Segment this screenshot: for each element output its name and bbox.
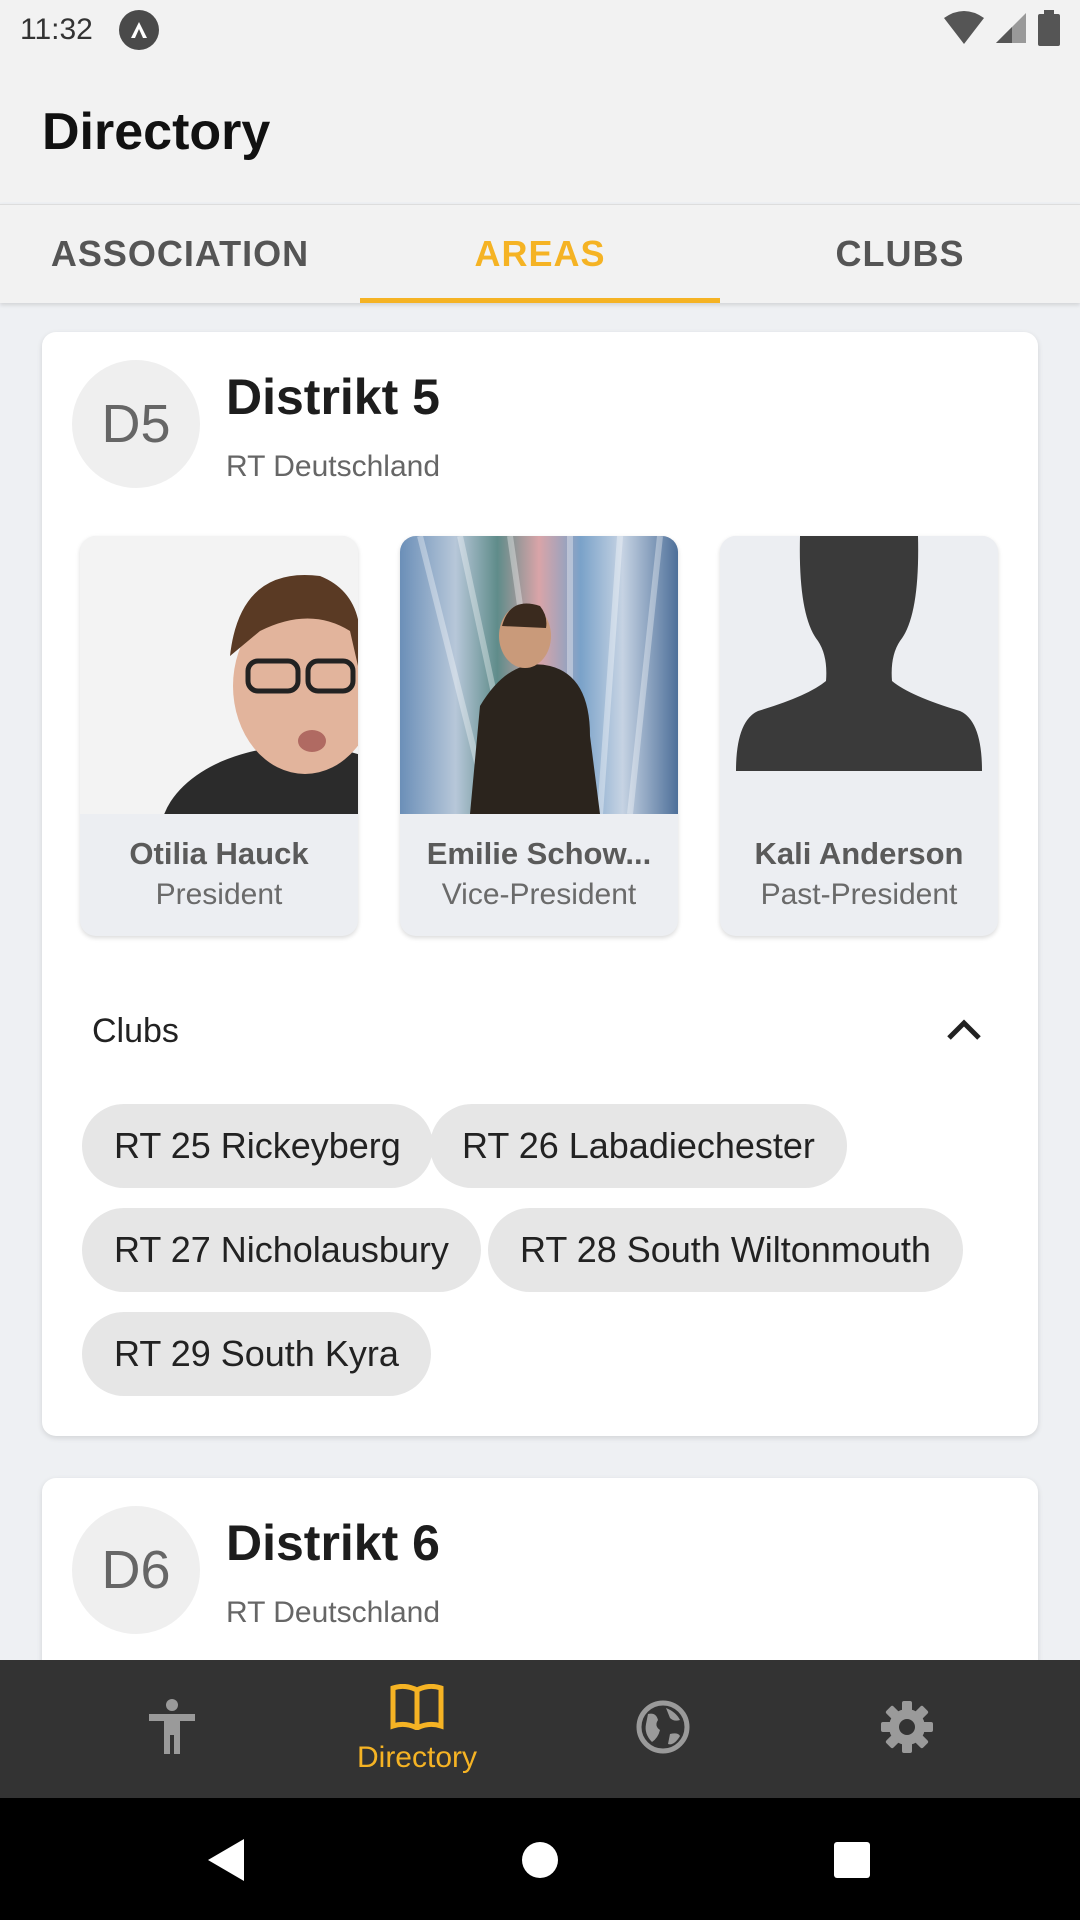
- tab-areas[interactable]: AREAS: [360, 205, 720, 303]
- avatar-placeholder-icon: [720, 536, 998, 814]
- club-chip[interactable]: RT 27 Nicholausbury: [82, 1208, 481, 1292]
- clubs-section-label: Clubs: [92, 1012, 179, 1050]
- back-icon[interactable]: [186, 1820, 266, 1900]
- accessibility-icon: [147, 1698, 197, 1760]
- tab-association[interactable]: ASSOCIATION: [0, 205, 360, 303]
- nav-item-people[interactable]: [37, 1660, 307, 1798]
- district-title[interactable]: Distrikt 6: [226, 1514, 440, 1572]
- status-bar: 11:32: [0, 0, 1080, 60]
- app-notification-icon: [118, 10, 159, 50]
- club-chip[interactable]: RT 28 South Wiltonmouth: [488, 1208, 963, 1292]
- officer-name: Otilia Hauck: [129, 836, 309, 871]
- officer-role: Past-President: [760, 878, 958, 911]
- officer-name: Kali Anderson: [754, 836, 964, 871]
- club-chip[interactable]: RT 25 Rickeyberg: [82, 1104, 433, 1188]
- system-navigation-bar: [0, 1798, 1080, 1920]
- district-title[interactable]: Distrikt 5: [226, 368, 440, 426]
- app-bar: Directory: [0, 60, 1080, 202]
- officer-card[interactable]: Kali Anderson Past-President: [720, 536, 998, 936]
- nav-item-directory[interactable]: Directory: [282, 1660, 552, 1798]
- nav-label-directory: Directory: [356, 1740, 477, 1774]
- officer-role: President: [155, 878, 283, 911]
- tab-bar: ASSOCIATION AREAS CLUBS: [0, 204, 1080, 303]
- nav-item-world[interactable]: [528, 1660, 798, 1798]
- home-icon[interactable]: [500, 1820, 580, 1900]
- officer-photo: [80, 536, 358, 814]
- battery-icon: [1038, 10, 1060, 51]
- status-time: 11:32: [20, 13, 93, 46]
- book-icon: [389, 1683, 445, 1735]
- page-title: Directory: [42, 103, 271, 161]
- district-subtitle: RT Deutschland: [226, 450, 441, 483]
- officer-role: Vice-President: [441, 878, 637, 911]
- recents-icon[interactable]: [812, 1820, 892, 1900]
- district-subtitle: RT Deutschland: [226, 1596, 441, 1629]
- club-chip[interactable]: RT 29 South Kyra: [82, 1312, 431, 1396]
- bottom-navigation: Directory: [0, 1660, 1080, 1798]
- cellular-signal-icon: [994, 11, 1028, 50]
- district-badge: D6: [72, 1506, 200, 1634]
- nav-item-settings[interactable]: [772, 1660, 1042, 1798]
- wifi-icon: [944, 10, 984, 51]
- district-badge: D5: [72, 360, 200, 488]
- officers-list: Otilia Hauck President Emilie Schow... V…: [80, 536, 1000, 936]
- gear-icon: [880, 1700, 934, 1759]
- officer-card[interactable]: Emilie Schow... Vice-President: [400, 536, 678, 936]
- club-chip[interactable]: RT 26 Labadiechester: [430, 1104, 847, 1188]
- district-card: D5 Distrikt 5 RT Deutschland Otilia Hauc…: [42, 332, 1038, 1436]
- tab-clubs[interactable]: CLUBS: [720, 205, 1080, 303]
- officer-name: Emilie Schow...: [426, 836, 652, 871]
- officer-photo: [400, 536, 678, 814]
- globe-icon: [636, 1700, 690, 1759]
- chevron-up-icon[interactable]: [944, 1010, 984, 1050]
- officer-card[interactable]: Otilia Hauck President: [80, 536, 358, 936]
